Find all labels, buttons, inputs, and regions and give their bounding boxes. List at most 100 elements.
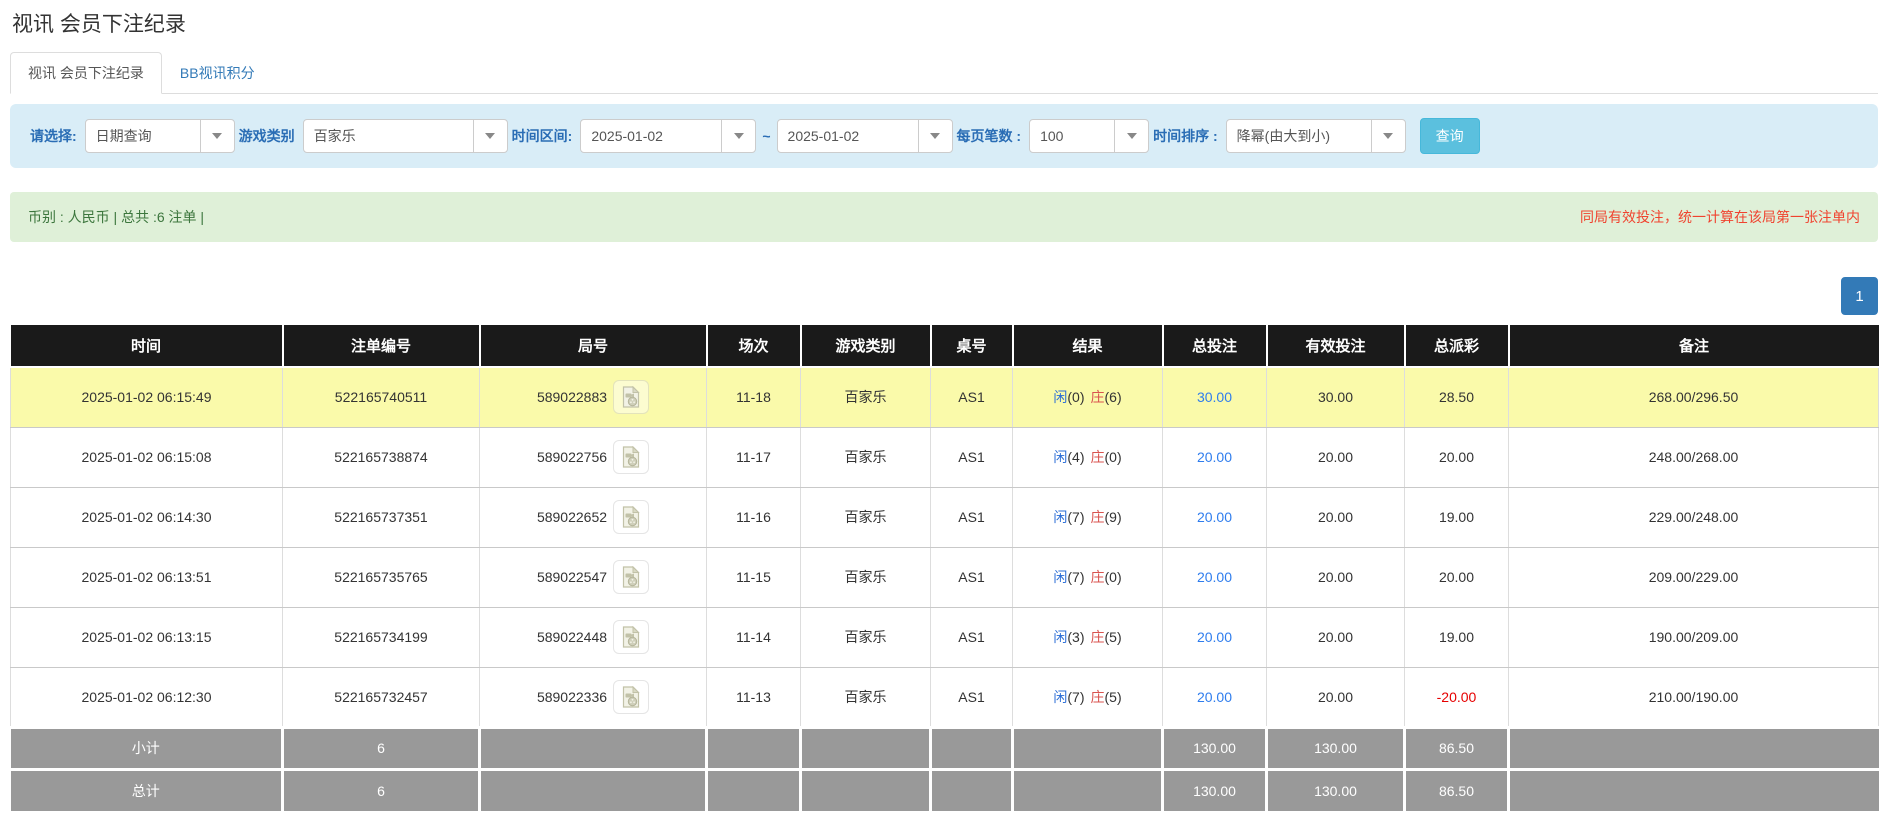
video-replay-button[interactable] [613, 440, 649, 474]
remark-cell: 190.00/209.00 [1509, 607, 1879, 667]
search-button[interactable]: 查询 [1420, 118, 1480, 154]
footer-valid-bet-cell: 130.00 [1267, 727, 1405, 769]
column-header: 时间 [11, 325, 283, 367]
round-number-cell: 589022652 [480, 487, 707, 547]
currency-total-text: 币别 : 人民币 | 总共 :6 注单 | [28, 207, 204, 227]
total-bet-link[interactable]: 20.00 [1197, 569, 1232, 585]
footer-total-bet-cell: 130.00 [1163, 769, 1267, 811]
total-bet-cell: 30.00 [1163, 367, 1267, 427]
total-bet-cell: 20.00 [1163, 427, 1267, 487]
mode-select[interactable]: 日期查询 [85, 119, 235, 153]
round-number-cell: 589022756 [480, 427, 707, 487]
total-bet-cell: 20.00 [1163, 487, 1267, 547]
page-title: 视讯 会员下注纪录 [10, 0, 1878, 52]
tab-video-bet-records[interactable]: 视讯 会员下注纪录 [10, 52, 162, 94]
tab-bb-video-points[interactable]: BB视讯积分 [162, 52, 273, 94]
round-number-cell: 589022336 [480, 667, 707, 727]
game-type-select[interactable]: 百家乐 [303, 119, 508, 153]
banker-count: (0) [1105, 449, 1122, 465]
round-number-cell: 589022547 [480, 547, 707, 607]
payout-cell: -20.00 [1405, 667, 1509, 727]
column-header: 桌号 [931, 325, 1013, 367]
bet-records-table: 时间注单编号局号场次游戏类别桌号结果总投注有效投注总派彩备注 2025-01-0… [10, 325, 1879, 811]
mode-select-value: 日期查询 [86, 120, 200, 152]
chevron-down-icon[interactable] [721, 120, 755, 152]
player-label: 闲 [1053, 509, 1067, 525]
table-number-cell: AS1 [931, 607, 1013, 667]
mode-label: 请选择: [30, 126, 77, 146]
total-bet-cell: 20.00 [1163, 667, 1267, 727]
footer-label-cell: 小计 [11, 727, 283, 769]
filter-bar: 请选择: 日期查询 游戏类别 百家乐 时间区间: 2025-01-02 ~ 20… [10, 104, 1878, 168]
session-cell: 11-18 [707, 367, 801, 427]
round-number-cell: 589022448 [480, 607, 707, 667]
session-cell: 11-17 [707, 427, 801, 487]
table-row: 2025-01-02 06:15:49 522165740511 5890228… [11, 367, 1879, 427]
time-cell: 2025-01-02 06:15:49 [11, 367, 283, 427]
chevron-down-icon[interactable] [200, 120, 234, 152]
table-number-cell: AS1 [931, 547, 1013, 607]
total-bet-link[interactable]: 20.00 [1197, 629, 1232, 645]
bet-number-cell: 522165735765 [283, 547, 480, 607]
chevron-down-icon[interactable] [918, 120, 952, 152]
game-type-cell: 百家乐 [801, 487, 931, 547]
video-replay-button[interactable] [613, 680, 649, 714]
video-replay-button[interactable] [613, 620, 649, 654]
total-bet-link[interactable]: 20.00 [1197, 509, 1232, 525]
time-cell: 2025-01-02 06:12:30 [11, 667, 283, 727]
valid-bet-cell: 30.00 [1267, 367, 1405, 427]
total-bet-link[interactable]: 20.00 [1197, 689, 1232, 705]
payout-cell: 28.50 [1405, 367, 1509, 427]
total-bet-link[interactable]: 30.00 [1197, 389, 1232, 405]
bet-number-cell: 522165737351 [283, 487, 480, 547]
chevron-down-icon[interactable] [473, 120, 507, 152]
per-page-select[interactable]: 100 [1029, 119, 1149, 153]
video-file-icon [621, 626, 641, 648]
chevron-down-icon[interactable] [1371, 120, 1405, 152]
video-replay-button[interactable] [613, 380, 649, 414]
time-cell: 2025-01-02 06:13:15 [11, 607, 283, 667]
player-label: 闲 [1053, 569, 1067, 585]
banker-label: 庄 [1091, 569, 1105, 585]
video-file-icon [621, 686, 641, 708]
column-header: 游戏类别 [801, 325, 931, 367]
column-header: 结果 [1013, 325, 1163, 367]
banker-count: (5) [1105, 629, 1122, 645]
table-number-cell: AS1 [931, 367, 1013, 427]
table-row: 2025-01-02 06:13:15 522165734199 5890224… [11, 607, 1879, 667]
summary-bar: 币别 : 人民币 | 总共 :6 注单 | 同局有效投注，统一计算在该局第一张注… [10, 192, 1878, 242]
player-label: 闲 [1053, 449, 1067, 465]
column-header: 总派彩 [1405, 325, 1509, 367]
column-header: 局号 [480, 325, 707, 367]
date-to-select[interactable]: 2025-01-02 [777, 119, 953, 153]
result-cell: 闲(0)庄(6) [1013, 367, 1163, 427]
page-1-button[interactable]: 1 [1841, 277, 1878, 315]
remark-cell: 209.00/229.00 [1509, 547, 1879, 607]
video-replay-button[interactable] [613, 500, 649, 534]
chevron-down-icon[interactable] [1114, 120, 1148, 152]
game-type-cell: 百家乐 [801, 367, 931, 427]
payout-cell: 20.00 [1405, 427, 1509, 487]
time-range-label: 时间区间: [512, 126, 573, 146]
table-row: 2025-01-02 06:12:30 522165732457 5890223… [11, 667, 1879, 727]
valid-bet-cell: 20.00 [1267, 667, 1405, 727]
banker-label: 庄 [1091, 689, 1105, 705]
table-row: 2025-01-02 06:15:08 522165738874 5890227… [11, 427, 1879, 487]
footer-count-cell: 6 [283, 727, 480, 769]
date-from-select[interactable]: 2025-01-02 [580, 119, 756, 153]
video-replay-button[interactable] [613, 560, 649, 594]
round-number-text: 589022652 [537, 509, 607, 525]
footer-label-cell: 总计 [11, 769, 283, 811]
total-bet-link[interactable]: 20.00 [1197, 449, 1232, 465]
remark-cell: 248.00/268.00 [1509, 427, 1879, 487]
player-count: (7) [1067, 689, 1084, 705]
result-cell: 闲(7)庄(0) [1013, 547, 1163, 607]
valid-bet-cell: 20.00 [1267, 607, 1405, 667]
round-number-text: 589022448 [537, 629, 607, 645]
tab-bar: 视讯 会员下注纪录 BB视讯积分 [10, 52, 1878, 94]
game-type-cell: 百家乐 [801, 607, 931, 667]
time-sort-select[interactable]: 降幂(由大到小) [1226, 119, 1406, 153]
remark-cell: 268.00/296.50 [1509, 367, 1879, 427]
result-cell: 闲(3)庄(5) [1013, 607, 1163, 667]
banker-label: 庄 [1091, 389, 1105, 405]
